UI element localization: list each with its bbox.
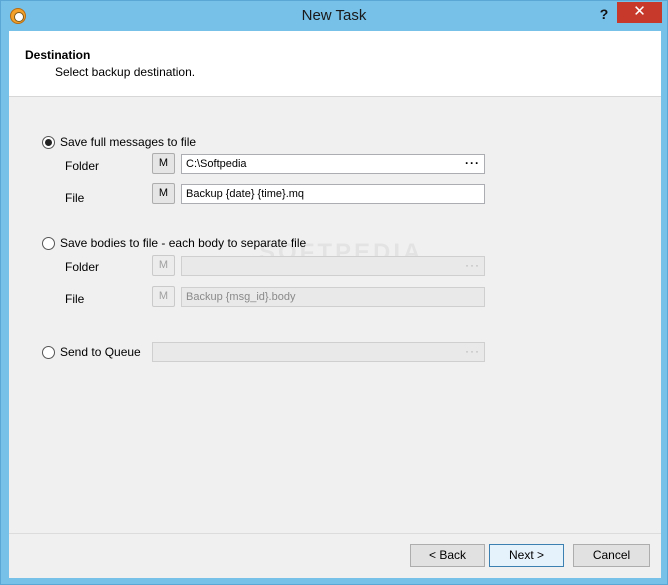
wizard-header: Destination Select backup destination. [9,31,661,97]
page-title: Destination [25,48,91,62]
radio-save-bodies[interactable]: Save bodies to file - each body to separ… [42,236,306,250]
file-macro-button[interactable]: M [152,183,175,204]
radio-button-unchecked[interactable] [42,236,55,250]
close-button[interactable]: ✕ [617,2,662,23]
title-bar[interactable]: New Task ? ✕ [1,1,667,31]
footer-divider [9,533,661,534]
radio-label: Save full messages to file [60,135,197,149]
bodies-folder-macro-button[interactable]: M [152,255,175,276]
next-button[interactable]: Next > [489,544,564,567]
radio-send-to-queue[interactable]: Send to Queue [42,345,141,359]
page-subtitle: Select backup destination. [55,65,196,79]
radio-button-checked[interactable] [42,135,55,149]
radio-button-unchecked[interactable] [42,345,55,359]
bodies-file-label: File [65,292,85,306]
cancel-button[interactable]: Cancel [573,544,650,567]
help-button[interactable]: ? [593,3,615,25]
bodies-file-input[interactable]: Backup {msg_id}.body [181,287,485,307]
file-input-value: Backup {date} {time}.mq [186,188,305,200]
radio-save-full-messages[interactable]: Save full messages to file [42,135,196,149]
radio-label: Send to Queue [60,345,141,359]
bodies-folder-input[interactable]: ··· [181,256,485,276]
bodies-file-macro-button[interactable]: M [152,286,175,307]
bodies-folder-label: Folder [65,260,100,274]
browse-folder-icon[interactable]: ··· [465,258,480,272]
folder-label: Folder [65,159,100,173]
folder-input[interactable]: C:\Softpedia ··· [181,154,485,174]
folder-input-value: C:\Softpedia [186,158,247,170]
file-input[interactable]: Backup {date} {time}.mq [181,184,485,204]
back-button[interactable]: < Back [410,544,485,567]
dialog-body: Destination Select backup destination. S… [9,31,661,578]
browse-folder-icon[interactable]: ··· [465,156,480,170]
new-task-window: New Task ? ✕ Destination Select backup d… [0,0,668,585]
file-label: File [65,191,85,205]
radio-label: Save bodies to file - each body to separ… [60,236,307,250]
browse-queue-icon[interactable]: ··· [465,344,480,358]
bodies-file-input-value: Backup {msg_id}.body [186,291,296,303]
close-icon: ✕ [633,3,646,20]
folder-macro-button[interactable]: M [152,153,175,174]
window-title: New Task [301,7,367,24]
queue-input[interactable]: ··· [152,342,485,362]
